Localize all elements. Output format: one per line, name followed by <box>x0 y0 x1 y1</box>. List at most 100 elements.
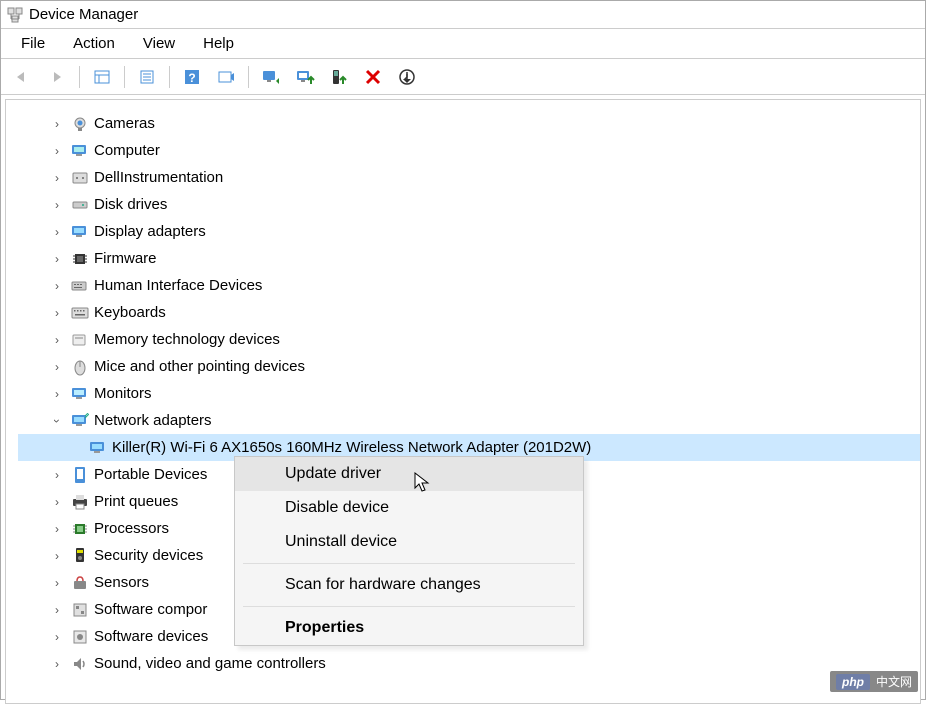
chevron-right-icon[interactable]: › <box>48 171 66 185</box>
tree-label: Human Interface Devices <box>94 277 268 294</box>
keyboard-icon <box>70 304 90 322</box>
chevron-right-icon[interactable]: › <box>48 117 66 131</box>
chevron-right-icon[interactable]: › <box>48 279 66 293</box>
chevron-right-icon[interactable]: › <box>48 198 66 212</box>
toolbar-enable-device-button[interactable] <box>323 63 355 91</box>
tree-label: Keyboards <box>94 304 172 321</box>
sensor-icon <box>70 574 90 592</box>
context-menu: Update driver Disable device Uninstall d… <box>234 456 584 646</box>
title-bar: Device Manager <box>1 1 925 29</box>
toolbar-help-button[interactable]: ? <box>176 63 208 91</box>
tree-label: Sensors <box>94 574 155 591</box>
chevron-right-icon[interactable]: › <box>48 387 66 401</box>
menu-view[interactable]: View <box>131 31 187 56</box>
camera-icon <box>70 115 90 133</box>
chevron-right-icon[interactable]: › <box>48 252 66 266</box>
toolbar-properties-button[interactable] <box>131 63 163 91</box>
tree-node-firmware[interactable]: › Firmware <box>18 245 920 272</box>
menu-help[interactable]: Help <box>191 31 246 56</box>
chevron-right-icon[interactable]: › <box>48 306 66 320</box>
svg-text:?: ? <box>188 71 195 85</box>
context-scan-hardware[interactable]: Scan for hardware changes <box>235 568 583 602</box>
device-manager-app-icon <box>7 7 23 23</box>
processor-icon <box>70 520 90 538</box>
tree-node-cameras[interactable]: › Cameras <box>18 110 920 137</box>
context-uninstall-device[interactable]: Uninstall device <box>235 525 583 559</box>
hid-icon <box>70 277 90 295</box>
chevron-right-icon[interactable]: › <box>48 333 66 347</box>
disk-drive-icon <box>70 196 90 214</box>
menu-action[interactable]: Action <box>61 31 127 56</box>
tree-node-computer[interactable]: › Computer <box>18 137 920 164</box>
tree-label: Computer <box>94 142 166 159</box>
tree-node-sound[interactable]: › Sound, video and game controllers <box>18 650 920 677</box>
tree-label: Software compor <box>94 601 213 618</box>
toolbar-scan-hardware-button[interactable] <box>255 63 287 91</box>
tree-label: Print queues <box>94 493 184 510</box>
toolbar-separator <box>248 66 249 88</box>
tree-node-network-adapters[interactable]: › Network adapters <box>18 407 920 434</box>
chevron-right-icon[interactable]: › <box>48 603 66 617</box>
context-disable-device[interactable]: Disable device <box>235 491 583 525</box>
toolbar-show-hidden-button[interactable] <box>210 63 242 91</box>
printer-icon <box>70 493 90 511</box>
chevron-right-icon[interactable]: › <box>48 522 66 536</box>
network-adapter-icon <box>88 439 108 457</box>
tree-label: Sound, video and game controllers <box>94 655 332 672</box>
tree-label: Mice and other pointing devices <box>94 358 311 375</box>
toolbar-show-hide-button[interactable] <box>86 63 118 91</box>
tree-label: Firmware <box>94 250 163 267</box>
chevron-right-icon[interactable]: › <box>48 495 66 509</box>
software-device-icon <box>70 628 90 646</box>
chevron-right-icon[interactable]: › <box>48 144 66 158</box>
watermark: php 中文网 <box>830 671 918 692</box>
window-title: Device Manager <box>29 6 138 23</box>
firmware-icon <box>70 250 90 268</box>
chevron-right-icon[interactable]: › <box>48 657 66 671</box>
mouse-icon <box>70 358 90 376</box>
toolbar-separator <box>169 66 170 88</box>
tree-label: Portable Devices <box>94 466 213 483</box>
menu-bar: File Action View Help <box>1 29 925 59</box>
tree-label: DellInstrumentation <box>94 169 229 186</box>
chevron-right-icon[interactable]: › <box>48 576 66 590</box>
toolbar-uninstall-button[interactable] <box>357 63 389 91</box>
tree-node-mice[interactable]: › Mice and other pointing devices <box>18 353 920 380</box>
tree-label: Security devices <box>94 547 209 564</box>
chevron-down-icon[interactable]: › <box>50 412 64 430</box>
tree-label: Cameras <box>94 115 161 132</box>
toolbar-back-button[interactable] <box>7 63 39 91</box>
chevron-right-icon[interactable]: › <box>48 630 66 644</box>
context-update-driver[interactable]: Update driver <box>235 457 583 491</box>
watermark-cn: 中文网 <box>876 673 912 690</box>
context-properties[interactable]: Properties <box>235 611 583 645</box>
tree-node-keyboards[interactable]: › Keyboards <box>18 299 920 326</box>
toolbar-disable-button[interactable] <box>391 63 423 91</box>
tree-node-displayadapters[interactable]: › Display adapters <box>18 218 920 245</box>
tree-node-dellinstrumentation[interactable]: › DellInstrumentation <box>18 164 920 191</box>
tree-label: Software devices <box>94 628 214 645</box>
toolbar-update-driver-button[interactable] <box>289 63 321 91</box>
tree-label: Network adapters <box>94 412 218 429</box>
tree-label: Memory technology devices <box>94 331 286 348</box>
chevron-right-icon[interactable]: › <box>48 360 66 374</box>
tree-label: Monitors <box>94 385 158 402</box>
chevron-right-icon[interactable]: › <box>48 549 66 563</box>
menu-file[interactable]: File <box>9 31 57 56</box>
tree-node-memtech[interactable]: › Memory technology devices <box>18 326 920 353</box>
chevron-right-icon[interactable]: › <box>48 468 66 482</box>
toolbar-separator <box>124 66 125 88</box>
software-component-icon <box>70 601 90 619</box>
tree-node-hid[interactable]: › Human Interface Devices <box>18 272 920 299</box>
toolbar-forward-button[interactable] <box>41 63 73 91</box>
toolbar: ? <box>1 59 925 95</box>
tree-label: Killer(R) Wi-Fi 6 AX1650s 160MHz Wireles… <box>112 439 597 456</box>
watermark-php: php <box>836 674 870 690</box>
device-icon <box>70 169 90 187</box>
security-icon <box>70 547 90 565</box>
tree-node-diskdrives[interactable]: › Disk drives <box>18 191 920 218</box>
tree-label: Processors <box>94 520 175 537</box>
context-separator <box>243 606 575 607</box>
chevron-right-icon[interactable]: › <box>48 225 66 239</box>
tree-node-monitors[interactable]: › Monitors <box>18 380 920 407</box>
